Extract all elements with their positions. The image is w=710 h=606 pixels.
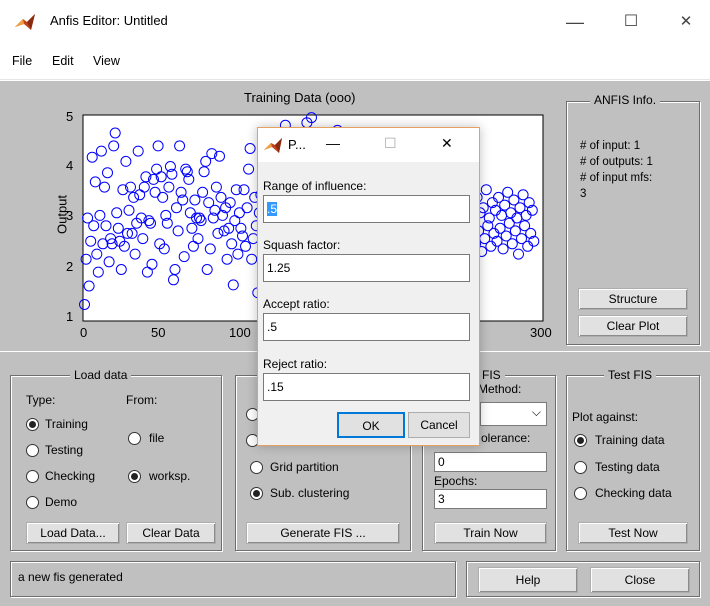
epochs-label: Epochs: xyxy=(434,474,478,488)
load-data-title: Load data xyxy=(70,368,132,382)
chevron-down-icon: ⌵ xyxy=(531,405,541,419)
epochs-field[interactable]: 3 xyxy=(434,489,547,509)
type-testing-radio[interactable]: Testing xyxy=(26,443,83,460)
clear-plot-button[interactable]: Clear Plot xyxy=(578,315,688,337)
menu-view[interactable]: View xyxy=(93,54,120,68)
close-app-button[interactable]: Close xyxy=(590,567,690,593)
generate-fis-button[interactable]: Generate FIS ... xyxy=(246,522,400,544)
menu-edit[interactable]: Edit xyxy=(52,54,74,68)
error-tolerance-field[interactable]: 0 xyxy=(434,452,547,472)
plot-training-data-radio[interactable]: Training data xyxy=(574,433,665,450)
reject-ratio-field[interactable]: .15 xyxy=(263,373,470,401)
help-button[interactable]: Help xyxy=(478,567,578,593)
y-tick-label: 4 xyxy=(66,158,74,173)
ok-button[interactable]: OK xyxy=(337,412,405,438)
plot-testing-data-radio[interactable]: Testing data xyxy=(574,460,660,477)
train-fis-title: FIS xyxy=(478,368,505,382)
optim-method-dropdown[interactable]: ⌵ xyxy=(480,402,547,426)
dialog-minimize-button[interactable]: — xyxy=(326,135,340,151)
train-now-button[interactable]: Train Now xyxy=(434,522,547,544)
menubar: File Edit View xyxy=(0,44,710,80)
y-tick-label: 5 xyxy=(66,109,74,124)
accept-ratio-field[interactable]: .5 xyxy=(263,313,470,341)
sub-clustering-radio[interactable]: Sub. clustering xyxy=(250,486,349,503)
x-tick-label: 100 xyxy=(229,325,251,340)
type-label: Type: xyxy=(26,393,56,407)
y-tick-label: 1 xyxy=(66,309,74,324)
y-tick-label: 2 xyxy=(66,259,74,274)
range-of-influence-field[interactable]: .5 xyxy=(263,195,470,223)
accept-ratio-label: Accept ratio: xyxy=(263,297,330,311)
load-data-button[interactable]: Load Data... xyxy=(26,522,120,544)
window-titlebar: Anfis Editor: Untitled — ☐ ✕ xyxy=(0,0,710,44)
x-tick-label: 0 xyxy=(80,325,88,340)
cancel-button[interactable]: Cancel xyxy=(408,412,470,438)
info-inputs: # of input: 1 xyxy=(580,140,641,152)
x-tick-label: 300 xyxy=(530,325,552,340)
error-tolerance-label: olerance: xyxy=(481,431,531,445)
from-file-radio[interactable]: file xyxy=(128,431,164,448)
menu-file[interactable]: File xyxy=(12,54,32,68)
grid-partition-radio[interactable]: Grid partition xyxy=(250,460,339,477)
clear-data-button[interactable]: Clear Data xyxy=(126,522,216,544)
info-input-mfs-value: 3 xyxy=(580,188,587,200)
optim-method-label: Method: xyxy=(478,382,522,396)
minimize-button[interactable]: — xyxy=(552,6,598,38)
window-title: Anfis Editor: Untitled xyxy=(50,13,168,28)
status-text: a new fis generated xyxy=(18,570,123,584)
squash-factor-label: Squash factor: xyxy=(263,238,341,252)
info-input-mfs-label: # of input mfs: xyxy=(580,172,653,184)
type-checking-radio[interactable]: Checking xyxy=(26,469,95,486)
squash-factor-field[interactable]: 1.25 xyxy=(263,254,470,282)
type-training-radio[interactable]: Training xyxy=(26,417,88,434)
plot-against-label: Plot against: xyxy=(572,410,639,424)
dialog-close-button[interactable]: ✕ xyxy=(441,135,453,152)
from-label: From: xyxy=(126,393,158,407)
range-of-influence-label: Range of influence: xyxy=(263,179,367,193)
plot-checking-data-radio[interactable]: Checking data xyxy=(574,486,672,503)
dialog-maximize-button[interactable]: ☐ xyxy=(384,135,397,152)
reject-ratio-label: Reject ratio: xyxy=(263,357,328,371)
y-tick-label: 3 xyxy=(66,208,74,223)
dialog-titlebar: P... — ☐ ✕ xyxy=(258,128,479,162)
x-tick-label: 50 xyxy=(151,325,166,340)
close-button[interactable]: ✕ xyxy=(663,6,709,38)
structure-button[interactable]: Structure xyxy=(578,288,688,310)
matlab-logo-icon xyxy=(15,14,35,30)
matlab-logo-icon xyxy=(264,138,282,153)
maximize-button[interactable]: ☐ xyxy=(608,6,654,38)
anfis-info-title: ANFIS Info. xyxy=(590,93,661,107)
clustering-params-dialog: P... — ☐ ✕ Range of influence: .5 Squash… xyxy=(257,127,480,446)
info-outputs: # of outputs: 1 xyxy=(580,156,653,168)
dialog-title: P... xyxy=(288,137,306,152)
test-fis-title: Test FIS xyxy=(604,368,657,382)
from-workspace-radio[interactable]: worksp. xyxy=(128,469,190,486)
type-demo-radio[interactable]: Demo xyxy=(26,495,77,512)
test-now-button[interactable]: Test Now xyxy=(578,522,688,544)
